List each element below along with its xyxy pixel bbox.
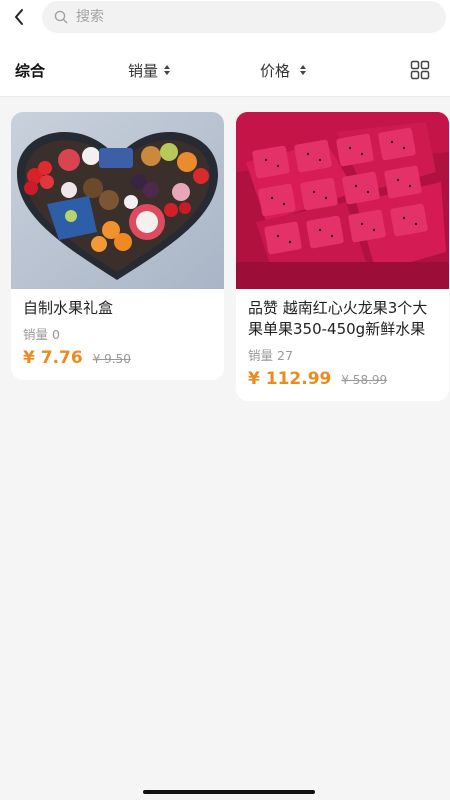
price-row: ¥ 112.99 ¥ 58.99 <box>248 369 387 389</box>
product-title: 自制水果礼盒 <box>23 299 114 317</box>
grid-view-icon <box>410 60 430 80</box>
sort-comprehensive-tab[interactable]: 综合 <box>15 52 45 88</box>
product-card[interactable]: 自制水果礼盒 销量 0 ¥ 7.76 ¥ 9.50 <box>11 112 224 380</box>
sort-price-label: 价格 <box>260 61 291 80</box>
sort-arrows-icon <box>164 65 171 75</box>
search-icon <box>54 9 70 25</box>
product-sales: 销量 0 <box>23 324 60 343</box>
sort-sales-tab[interactable]: 销量 <box>128 52 171 88</box>
back-button[interactable] <box>8 4 30 30</box>
sales-label: 销量 <box>23 327 49 342</box>
product-image-dragon-fruit <box>236 112 449 289</box>
search-input[interactable] <box>76 2 396 32</box>
product-price: ¥ 7.76 <box>23 348 83 368</box>
sort-sales-label: 销量 <box>128 61 159 80</box>
price-row: ¥ 7.76 ¥ 9.50 <box>23 348 131 368</box>
sort-comprehensive-label: 综合 <box>15 61 46 80</box>
sort-price-tab[interactable]: 价格 <box>260 52 307 88</box>
product-title: 品赞 越南红心火龙果3个大果单果350-450g新鲜水果 <box>248 299 428 338</box>
search-bar[interactable] <box>42 1 446 33</box>
product-price: ¥ 112.99 <box>248 369 332 389</box>
product-card[interactable]: 品赞 越南红心火龙果3个大果单果350-450g新鲜水果 销量 27 ¥ 112… <box>236 112 449 401</box>
top-bar: 综合 销量 价格 <box>0 0 450 97</box>
sales-count: 0 <box>52 327 60 342</box>
sort-bar: 综合 销量 价格 <box>0 52 450 88</box>
chevron-left-icon <box>15 9 23 25</box>
original-price: ¥ 9.50 <box>92 352 131 366</box>
home-indicator <box>143 790 315 794</box>
sales-count: 27 <box>277 348 293 363</box>
sort-arrows-icon <box>300 65 307 75</box>
product-image-fruit-gift-box <box>11 112 224 289</box>
sales-label: 销量 <box>248 348 274 363</box>
product-sales: 销量 27 <box>248 345 293 364</box>
grid-view-toggle[interactable] <box>409 59 431 81</box>
original-price: ¥ 58.99 <box>341 373 388 387</box>
